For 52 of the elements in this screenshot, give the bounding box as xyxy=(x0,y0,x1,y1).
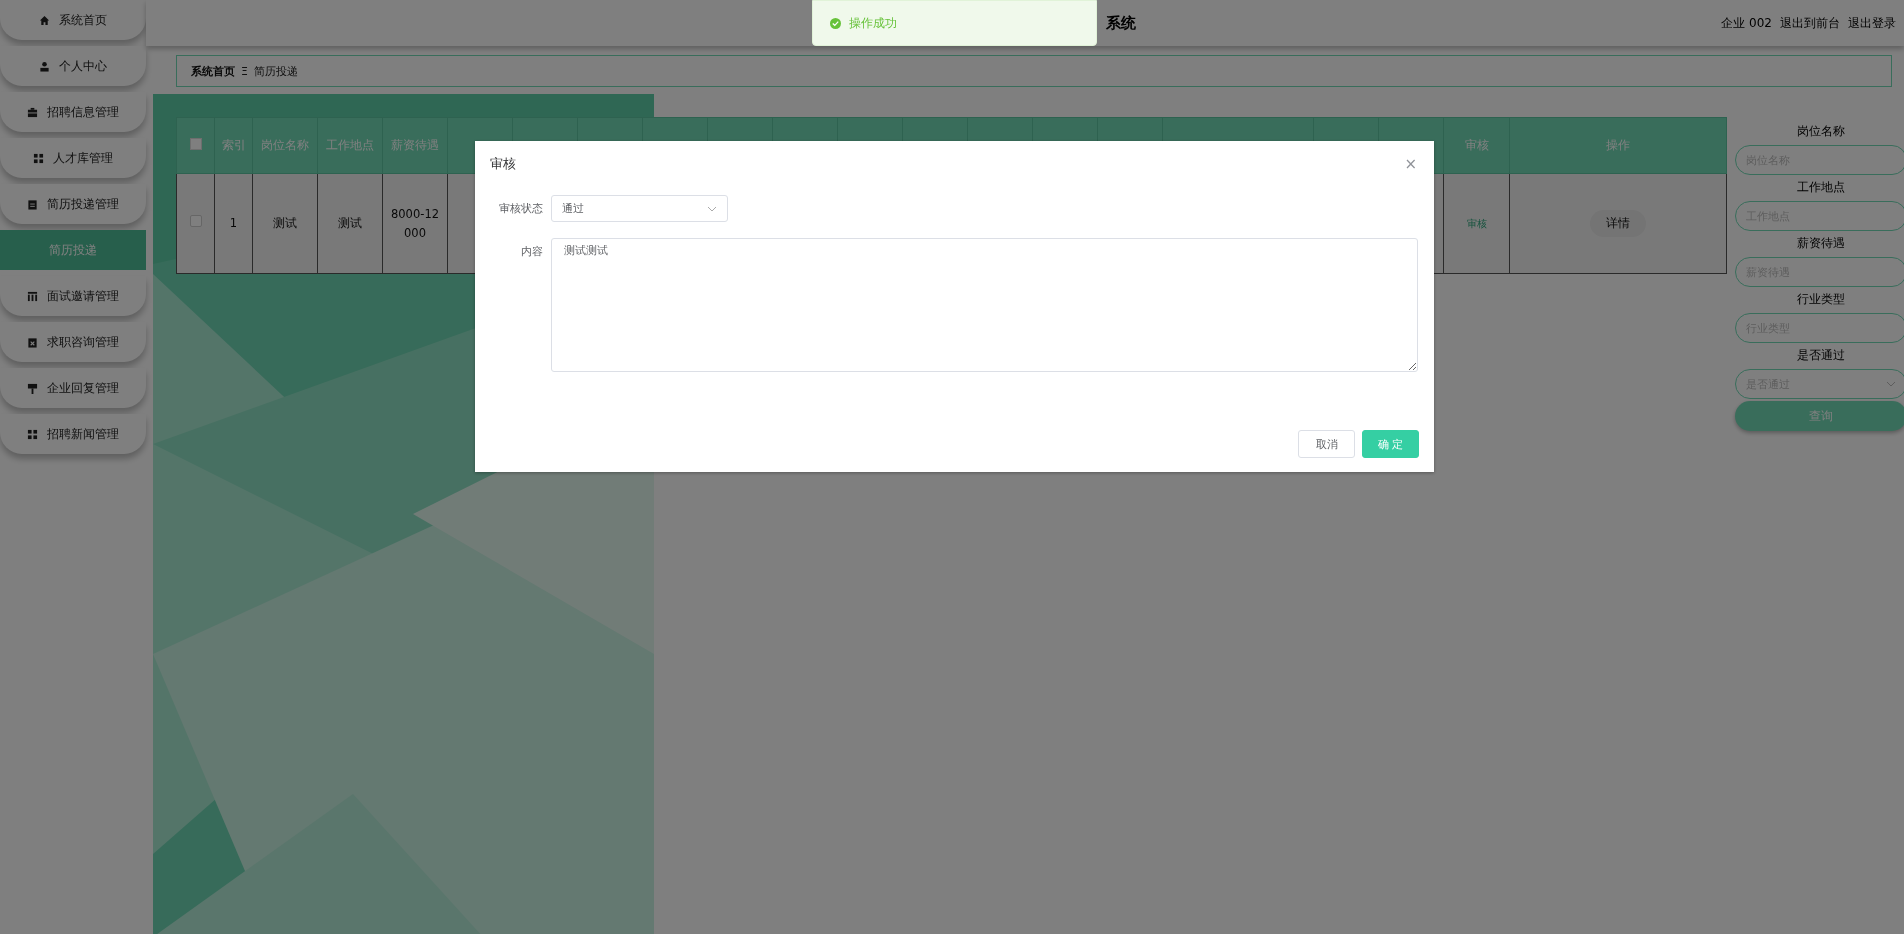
dialog-title: 审核 xyxy=(490,155,516,173)
table-cell: 8000-12000 xyxy=(382,173,448,274)
sidebar-item[interactable]: 招聘新闻管理 xyxy=(0,414,146,454)
home-icon xyxy=(39,14,50,26)
breadcrumb-link[interactable]: 系统首页 xyxy=(191,63,235,79)
column-header: 审核 xyxy=(1443,117,1510,174)
clipboard-icon xyxy=(27,198,38,210)
column-header: 索引 xyxy=(214,117,253,174)
chevron-down-icon xyxy=(1886,381,1896,387)
table-cell: 测试 xyxy=(317,173,383,274)
sidebar-item[interactable]: 人才库管理 xyxy=(0,138,146,178)
column-header: 操作 xyxy=(1509,117,1727,174)
check-circle-icon xyxy=(830,17,841,29)
bars-icon xyxy=(27,290,38,302)
table-cell: 测试 xyxy=(252,173,318,274)
sidebar-item[interactable]: 系统首页 xyxy=(0,0,146,40)
sidebar-item[interactable]: 简历投递管理 xyxy=(0,184,146,224)
toast-message: 操作成功 xyxy=(849,14,897,32)
header-link[interactable]: 退出到前台 xyxy=(1780,14,1840,32)
breadcrumb-separator: Ξ xyxy=(241,64,248,78)
select-all-checkbox[interactable] xyxy=(189,138,202,150)
cancel-button[interactable]: 取消 xyxy=(1298,430,1355,458)
sidebar-item[interactable]: 招聘信息管理 xyxy=(0,92,146,132)
person-icon xyxy=(39,60,50,72)
grid-icon xyxy=(33,152,44,164)
table-cell: 1 xyxy=(214,173,253,274)
filter-label: 是否通过 xyxy=(1797,348,1845,363)
field-label: 内容 xyxy=(520,244,543,259)
sidebar-item[interactable]: 企业回复管理 xyxy=(0,368,146,408)
filter-label: 薪资待遇 xyxy=(1797,236,1845,251)
row-checkbox[interactable] xyxy=(189,215,202,228)
chevron-down-icon xyxy=(707,205,717,212)
breadcrumb-current: 简历投递 xyxy=(253,63,298,79)
app-title: 系统 xyxy=(1106,13,1136,33)
field-label: 审核状态 xyxy=(498,201,543,216)
grid-icon xyxy=(27,428,38,440)
signpost-icon xyxy=(27,382,38,394)
sidebar-item[interactable]: 求职咨询管理 xyxy=(0,322,146,362)
filter-label: 工作地点 xyxy=(1797,180,1845,195)
column-header: 岗位名称 xyxy=(252,117,318,174)
sidebar-item[interactable]: 面试邀请管理 xyxy=(0,276,146,316)
clipboard-x-icon xyxy=(27,336,38,348)
sidebar-item[interactable]: 个人中心 xyxy=(0,46,146,86)
detail-button[interactable]: 详情 xyxy=(1590,210,1646,237)
status-select[interactable]: 通过 xyxy=(551,195,728,222)
header-link[interactable]: 退出登录 xyxy=(1848,14,1896,32)
filter-label: 岗位名称 xyxy=(1797,124,1845,139)
filter-label: 行业类型 xyxy=(1797,292,1845,307)
close-button[interactable]: × xyxy=(1402,155,1419,173)
header-link[interactable]: 企业 002 xyxy=(1721,14,1772,32)
briefcase-icon xyxy=(27,106,38,118)
content-textarea[interactable]: 测试测试 xyxy=(551,238,1418,372)
